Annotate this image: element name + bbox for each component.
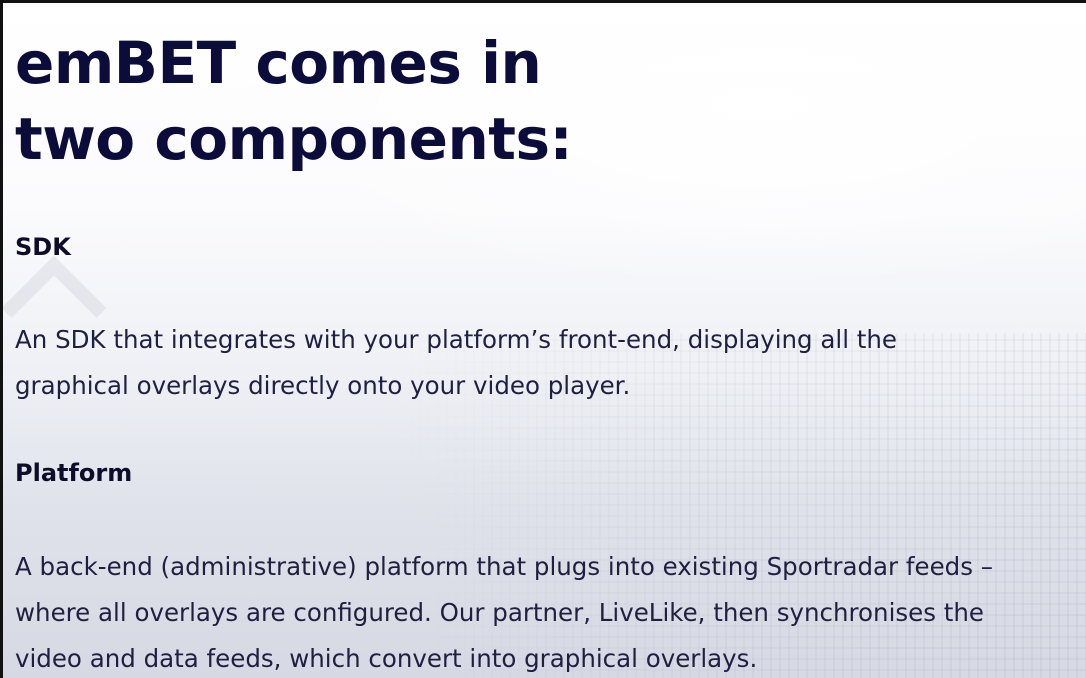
section-sdk-line-1: An SDK that integrates with your platfor…	[15, 325, 897, 354]
section-sdk-text: An SDK that integrates with your platfor…	[15, 317, 897, 409]
document-frame: emBET comes in two components: SDK An SD…	[0, 0, 1086, 678]
document-content: emBET comes in two components: SDK An SD…	[15, 25, 1085, 673]
section-title-platform: Platform	[15, 459, 133, 487]
section-sdk-line-2: graphical overlays directly onto your vi…	[15, 371, 631, 400]
section-platform-text: A back-end (administrative) platform tha…	[15, 544, 993, 678]
section-platform-line-3: video and data feeds, which convert into…	[15, 644, 758, 673]
section-platform-line-2: where all overlays are configured. Our p…	[15, 598, 984, 627]
page-title-line-2: two components:	[15, 105, 573, 173]
page-title-line-1: emBET comes in	[15, 29, 542, 97]
section-platform-line-1: A back-end (administrative) platform tha…	[15, 552, 994, 581]
section-title-sdk: SDK	[15, 233, 71, 261]
page-title: emBET comes in two components:	[15, 25, 1085, 177]
